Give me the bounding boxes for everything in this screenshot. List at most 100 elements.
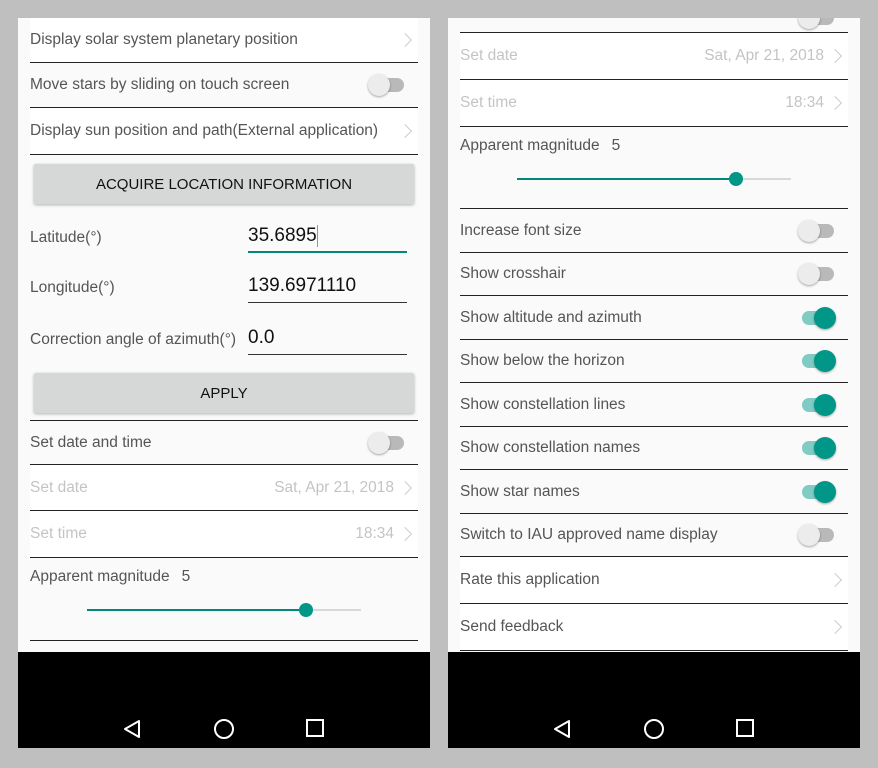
- setting-row-show-constellation-names[interactable]: Show constellation names: [460, 427, 848, 470]
- longitude-input[interactable]: 139.6971110: [248, 273, 407, 303]
- left-screen: Display solar system planetary position M…: [18, 18, 430, 748]
- toggle-thumb: [798, 219, 820, 242]
- chevron-right-icon: [827, 619, 843, 635]
- chevron-right-icon: [827, 572, 843, 588]
- setting-row-display-solar-system-planetary-position[interactable]: Display solar system planetary position: [30, 18, 418, 63]
- toggle-switch[interactable]: [798, 263, 836, 285]
- slider-thumb[interactable]: [299, 603, 314, 617]
- setting-label: Show star names: [460, 482, 580, 500]
- toggle-thumb: [814, 306, 836, 329]
- back-icon: [552, 720, 572, 743]
- setting-value: Sat, Apr 21, 2018: [274, 478, 394, 496]
- setting-label: Set time: [30, 525, 87, 542]
- setting-row-set-date-and-time[interactable]: Set date and time: [30, 421, 418, 465]
- toggle-thumb: [798, 524, 820, 546]
- chevron-right-icon: [397, 32, 413, 48]
- setting-label: Set date and time: [30, 433, 152, 451]
- chevron-right-icon: [397, 480, 413, 495]
- setting-row-send-feedback[interactable]: Send feedback: [460, 604, 848, 651]
- setting-label: Set date: [460, 47, 518, 64]
- setting-row-set-date[interactable]: Set date Sat, Apr 21, 2018: [30, 465, 418, 511]
- input-value: 0.0: [248, 327, 275, 348]
- toggle-switch[interactable]: [798, 480, 836, 503]
- setting-label: Move stars by sliding on touch screen: [30, 76, 290, 93]
- setting-label: Switch to IAU approved name display: [460, 526, 718, 543]
- setting-row-switch-to-iau-approved-name-display[interactable]: Switch to IAU approved name display: [460, 514, 848, 557]
- setting-label: Display solar system planetary position: [30, 31, 298, 48]
- setting-label: Show constellation lines: [460, 395, 626, 413]
- toggle-switch[interactable]: [798, 306, 836, 329]
- acquire-location-information-button[interactable]: ACQUIRE LOCATION INFORMATION: [34, 164, 414, 204]
- apply-button[interactable]: APPLY: [34, 373, 414, 413]
- setting-row-show-altitude-and-azimuth[interactable]: Show altitude and azimuth: [460, 296, 848, 340]
- toggle-thumb: [798, 263, 820, 285]
- setting-label: Display sun position and path(External a…: [30, 122, 379, 139]
- setting-row-increase-font-size[interactable]: Increase font size: [460, 209, 848, 253]
- toggle-switch[interactable]: [368, 74, 406, 96]
- setting-row-set-time[interactable]: Set time 18:34: [30, 511, 418, 558]
- home-icon: [213, 719, 235, 744]
- settings-list[interactable]: Display solar system planetary position M…: [18, 18, 430, 652]
- setting-row-show-below-the-horizon[interactable]: Show below the horizon: [460, 340, 848, 383]
- setting-row-show-crosshair[interactable]: Show crosshair: [460, 253, 848, 296]
- toggle-thumb: [814, 393, 836, 416]
- setting-label: Show altitude and azimuth: [460, 308, 642, 326]
- recents-button[interactable]: [736, 719, 754, 742]
- setting-row-display-sun-position-and-path-external-application[interactable]: Display sun position and path(External a…: [30, 108, 418, 155]
- setting-value: Sat, Apr 21, 2018: [704, 47, 824, 64]
- toggle-switch[interactable]: [798, 219, 836, 242]
- magnitude-slider[interactable]: [517, 172, 791, 186]
- toggle-switch[interactable]: [798, 524, 836, 546]
- button-container: APPLY: [30, 366, 418, 421]
- setting-row-show-constellation-lines[interactable]: Show constellation lines: [460, 383, 848, 427]
- setting-row-partial[interactable]: [460, 18, 848, 33]
- setting-label: Show below the horizon: [460, 352, 625, 369]
- right-screen: Set date Sat, Apr 21, 2018 Set time 18:34 Ap…: [448, 18, 860, 748]
- toggle-thumb: [798, 18, 820, 29]
- setting-label: Show crosshair: [460, 265, 566, 282]
- settings-list[interactable]: Set date Sat, Apr 21, 2018 Set time 18:34 Ap…: [448, 18, 860, 652]
- setting-row-move-stars-by-sliding-on-touch-screen[interactable]: Move stars by sliding on touch screen: [30, 63, 418, 108]
- navigation-bar: [18, 652, 430, 748]
- input-value: 35.6895: [248, 224, 317, 246]
- setting-label: Send feedback: [460, 618, 564, 635]
- chevron-right-icon: [827, 48, 843, 64]
- toggle-switch[interactable]: [798, 18, 836, 29]
- setting-label: Increase font size: [460, 221, 582, 239]
- correction-angle-of-azimuth-input[interactable]: 0.0: [248, 325, 407, 355]
- longitude-field-row: Longitude(°) 139.6971110: [30, 262, 418, 314]
- back-button[interactable]: [552, 719, 572, 744]
- magnitude-value: 5: [181, 568, 191, 585]
- magnitude-label-text: Apparent magnitude: [30, 568, 170, 585]
- setting-row-rate-this-application[interactable]: Rate this application: [460, 557, 848, 604]
- toggle-switch[interactable]: [798, 437, 836, 459]
- setting-label: Rate this application: [460, 571, 600, 588]
- toggle-switch[interactable]: [368, 431, 406, 454]
- input-value: 139.6971110: [248, 275, 357, 296]
- magnitude-label-text: Apparent magnitude: [460, 137, 600, 154]
- toggle-thumb: [368, 431, 390, 454]
- magnitude-slider[interactable]: [87, 603, 361, 617]
- setting-row-set-date[interactable]: Set date Sat, Apr 21, 2018: [460, 33, 848, 80]
- slider-fill: [87, 609, 307, 611]
- slider-fill: [517, 178, 737, 180]
- apparent-magnitude-setting: Apparent magnitude 5: [460, 127, 848, 209]
- setting-row-set-time[interactable]: Set time 18:34: [460, 80, 848, 127]
- slider-thumb[interactable]: [729, 172, 744, 186]
- field-label: Correction angle of azimuth(°): [30, 331, 237, 348]
- latitude-input[interactable]: 35.6895: [248, 223, 407, 253]
- back-icon: [122, 720, 142, 743]
- toggle-switch[interactable]: [798, 350, 836, 372]
- setting-row-show-star-names[interactable]: Show star names: [460, 470, 848, 514]
- field-label: Longitude(°): [30, 279, 115, 296]
- recents-icon: [736, 719, 754, 741]
- home-icon: [643, 719, 665, 744]
- home-button[interactable]: [213, 718, 235, 745]
- chevron-right-icon: [397, 526, 413, 542]
- correction-angle-of-azimuth-field-row: Correction angle of azimuth(°) 0.0: [30, 314, 418, 366]
- recents-button[interactable]: [306, 719, 324, 742]
- home-button[interactable]: [643, 718, 665, 745]
- toggle-switch[interactable]: [798, 393, 836, 416]
- back-button[interactable]: [122, 719, 142, 744]
- apparent-magnitude-setting: Apparent magnitude 5: [30, 558, 418, 641]
